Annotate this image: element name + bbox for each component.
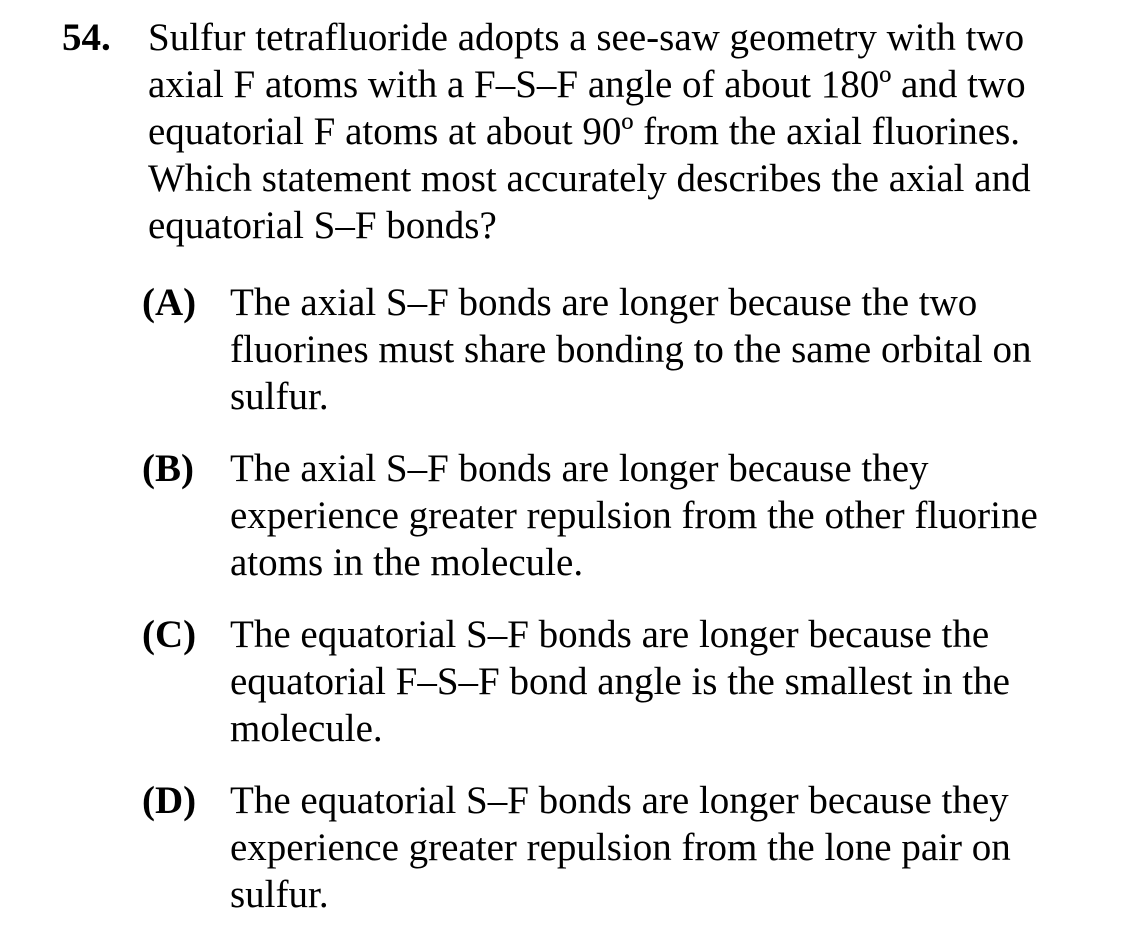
choice-text-line: experience greater repulsion from the lo…: [230, 826, 1011, 869]
choice-text-line: atoms in the molecule.: [230, 541, 584, 584]
choice-letter: (C): [142, 613, 197, 656]
question-stem-line: equatorial F atoms at about 90º from the…: [148, 110, 1021, 153]
question-stem: Sulfur tetrafluoride adopts a see-saw ge…: [148, 14, 1128, 249]
question-stem-line: Which statement most accurately describe…: [148, 157, 1031, 200]
choice-text-line: The equatorial S–F bonds are longer beca…: [230, 613, 990, 656]
choice-text-line: equatorial F–S–F bond angle is the small…: [230, 660, 1010, 703]
choice-text-line: The axial S–F bonds are longer because t…: [230, 281, 978, 324]
choice-text-line: The equatorial S–F bonds are longer beca…: [230, 779, 1009, 822]
choice-letter: (A): [142, 281, 197, 324]
choice-text: The axial S–F bonds are longer because t…: [230, 279, 1130, 420]
choice-text: The equatorial S–F bonds are longer beca…: [230, 777, 1130, 918]
question-stem-line: axial F atoms with a F–S–F angle of abou…: [148, 63, 1026, 106]
choice-letter: (D): [142, 779, 197, 822]
choice-text-line: sulfur.: [230, 375, 329, 418]
question-stem-line: Sulfur tetrafluoride adopts a see-saw ge…: [148, 16, 1025, 59]
choice-text-line: molecule.: [230, 707, 383, 750]
choice-text-line: experience greater repulsion from the ot…: [230, 494, 1038, 537]
choice-letter: (B): [142, 447, 194, 490]
choice-text: The equatorial S–F bonds are longer beca…: [230, 611, 1130, 752]
choice-text-line: sulfur.: [230, 873, 329, 916]
choice-text-line: The axial S–F bonds are longer because t…: [230, 447, 929, 490]
choice-text: The axial S–F bonds are longer because t…: [230, 445, 1130, 586]
question-number: 54.: [62, 16, 111, 59]
question-stem-line: equatorial S–F bonds?: [148, 204, 497, 247]
choice-text-line: fluorines must share bonding to the same…: [230, 328, 1032, 371]
